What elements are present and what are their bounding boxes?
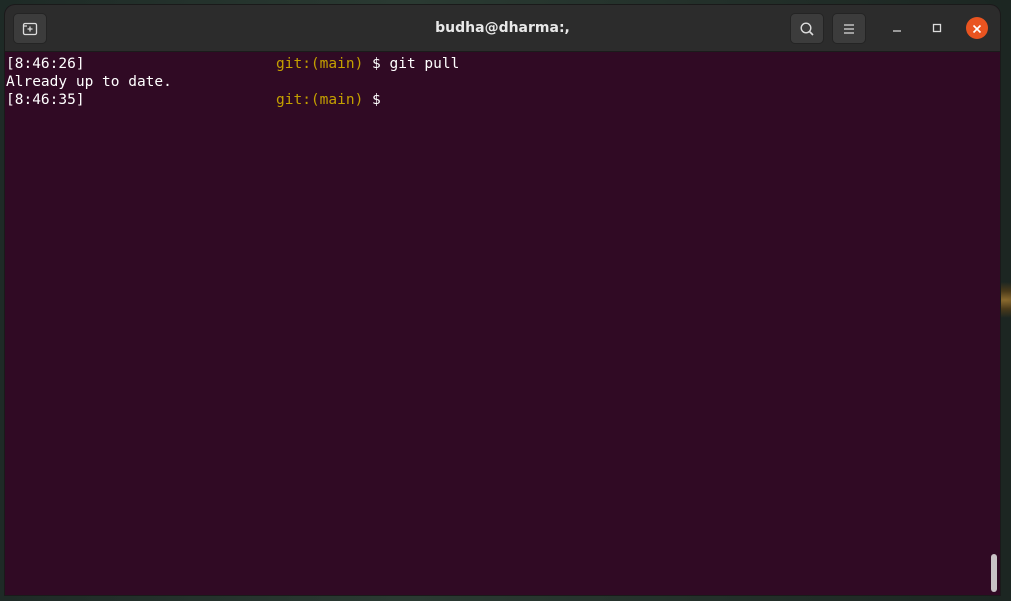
minimize-icon	[891, 19, 903, 38]
terminal-line: [8:46:35] git:(main) $	[6, 91, 1000, 109]
command-prompt: $	[363, 92, 381, 108]
git-branch-indicator: git:(main)	[276, 56, 364, 72]
search-button[interactable]	[790, 13, 824, 44]
new-tab-icon	[22, 21, 38, 37]
terminal-line: Already up to date.	[6, 73, 1000, 91]
command-text: $ git pull	[363, 56, 460, 72]
prompt-timestamp: [8:46:35]	[6, 92, 85, 108]
minimize-button[interactable]	[886, 17, 908, 39]
search-icon	[799, 21, 815, 37]
terminal-line: [8:46:26] git:(main) $ git pull	[6, 55, 1000, 73]
terminal-output[interactable]: [8:46:26] git:(main) $ git pull Already u…	[5, 52, 1000, 595]
maximize-button[interactable]	[926, 17, 948, 39]
git-branch-indicator: git:(main)	[276, 92, 364, 108]
close-icon	[972, 19, 982, 38]
hamburger-menu-icon	[842, 23, 856, 35]
menu-button[interactable]	[832, 13, 866, 44]
terminal-window: budha@dharma:, [8:46:26] git:(main) $ gi…	[5, 5, 1000, 595]
prompt-timestamp: [8:46:26]	[6, 56, 85, 72]
titlebar[interactable]: budha@dharma:,	[5, 5, 1000, 52]
command-output: Already up to date.	[6, 74, 172, 90]
maximize-icon	[931, 19, 943, 38]
scrollbar-thumb[interactable]	[991, 554, 997, 592]
close-button[interactable]	[966, 17, 988, 39]
new-tab-button[interactable]	[13, 13, 47, 44]
